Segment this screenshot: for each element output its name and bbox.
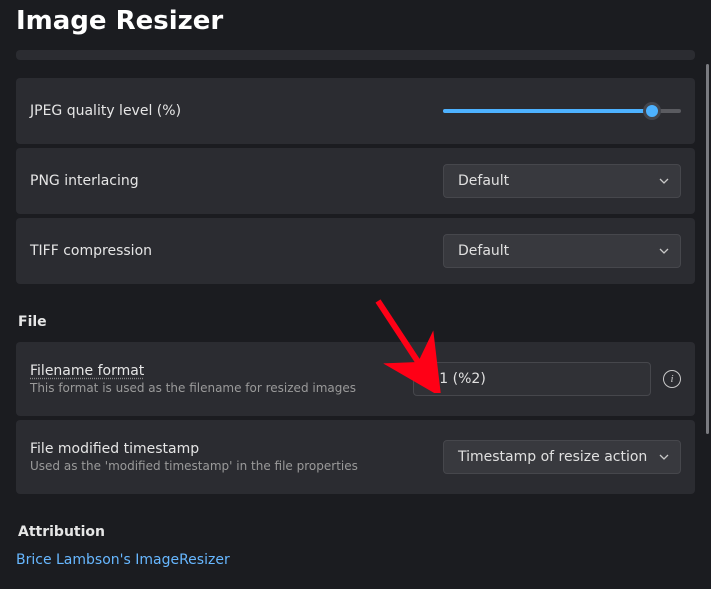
modified-timestamp-sublabel: Used as the 'modified timestamp' in the … bbox=[30, 459, 443, 473]
setting-filename-format: Filename format This format is used as t… bbox=[16, 342, 695, 416]
chevron-down-icon bbox=[658, 175, 670, 187]
setting-tiff-compression: TIFF compression Default bbox=[16, 218, 695, 284]
slider-track bbox=[443, 109, 681, 113]
tiff-compression-select[interactable]: Default bbox=[443, 234, 681, 268]
png-interlacing-select[interactable]: Default bbox=[443, 164, 681, 198]
filename-format-sublabel: This format is used as the filename for … bbox=[30, 381, 413, 395]
slider-fill bbox=[443, 109, 652, 113]
slider-thumb[interactable] bbox=[643, 102, 661, 120]
scrollbar-thumb[interactable] bbox=[706, 64, 709, 434]
jpeg-quality-label: JPEG quality level (%) bbox=[30, 103, 443, 119]
settings-content: JPEG quality level (%) PNG interlacing D… bbox=[0, 50, 711, 568]
setting-png-interlacing: PNG interlacing Default bbox=[16, 148, 695, 214]
png-interlacing-label: PNG interlacing bbox=[30, 173, 443, 189]
setting-file-modified-timestamp: File modified timestamp Used as the 'mod… bbox=[16, 420, 695, 494]
filename-format-label: Filename format bbox=[30, 363, 413, 379]
jpeg-quality-slider[interactable] bbox=[443, 101, 681, 121]
section-header-strip bbox=[16, 50, 695, 60]
modified-timestamp-select[interactable]: Timestamp of resize action bbox=[443, 440, 681, 474]
tiff-compression-value: Default bbox=[458, 243, 509, 259]
modified-timestamp-label: File modified timestamp bbox=[30, 441, 443, 457]
section-heading-file: File bbox=[18, 314, 695, 330]
filename-format-input[interactable] bbox=[413, 362, 651, 396]
page-title: Image Resizer bbox=[0, 0, 711, 50]
chevron-down-icon bbox=[658, 451, 670, 463]
vertical-scrollbar[interactable] bbox=[706, 64, 709, 574]
tiff-compression-label: TIFF compression bbox=[30, 243, 443, 259]
attribution-link[interactable]: Brice Lambson's ImageResizer bbox=[16, 552, 230, 568]
setting-jpeg-quality: JPEG quality level (%) bbox=[16, 78, 695, 144]
chevron-down-icon bbox=[658, 245, 670, 257]
modified-timestamp-value: Timestamp of resize action bbox=[458, 449, 647, 465]
section-heading-attribution: Attribution bbox=[18, 524, 695, 540]
png-interlacing-value: Default bbox=[458, 173, 509, 189]
info-icon[interactable]: i bbox=[663, 370, 681, 388]
